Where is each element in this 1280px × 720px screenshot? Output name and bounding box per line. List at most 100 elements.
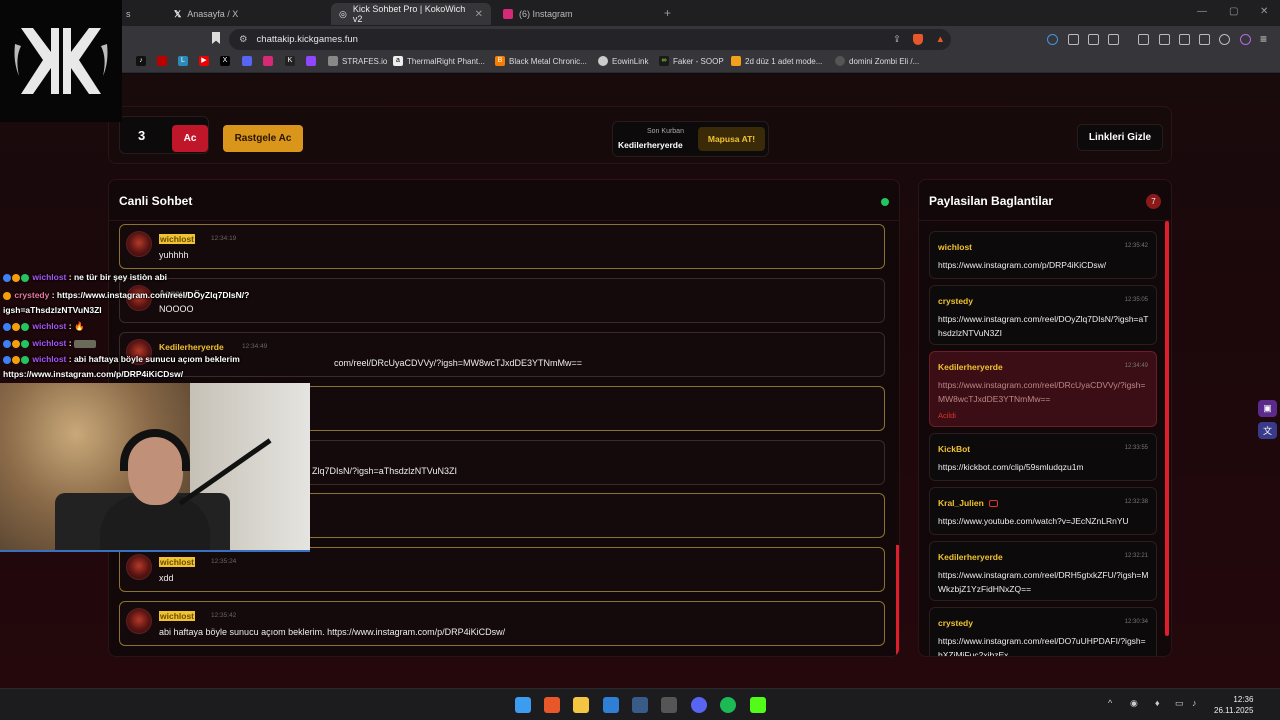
link-card[interactable]: Kral_Julien 12:32:38 https://www.youtube…: [929, 487, 1157, 535]
spotify-icon[interactable]: [720, 697, 736, 713]
message-user[interactable]: wichlost: [159, 611, 196, 621]
file-explorer-icon[interactable]: [573, 697, 589, 713]
jail-button[interactable]: Mapusa AT!: [698, 127, 765, 151]
microphone-icon[interactable]: ♦: [1155, 698, 1160, 708]
link-url[interactable]: https://www.instagram.com/reel/DOyZlq7DI…: [938, 312, 1150, 340]
overlay-line: wichlost : ne tür bir şey istiòn abi: [3, 272, 167, 282]
extensions-icon[interactable]: [1088, 34, 1099, 45]
link-url[interactable]: https://www.youtube.com/watch?v=JEcNZnLR…: [938, 514, 1150, 528]
links-scrollbar[interactable]: [1165, 221, 1169, 636]
bookmark-kr[interactable]: K: [285, 56, 295, 66]
discord-icon[interactable]: [691, 697, 707, 713]
bookmark-twitch[interactable]: [306, 56, 316, 66]
bookmark-faker[interactable]: ∞ Faker - SOOP: [659, 56, 724, 66]
overlay-line: wichlost :: [3, 338, 96, 348]
message-text: xdd: [159, 573, 174, 583]
badge-icon: [3, 291, 11, 300]
tool-icon[interactable]: [661, 697, 677, 713]
puzzle-icon[interactable]: [1108, 34, 1119, 45]
kick-icon[interactable]: [750, 697, 766, 713]
bookmark-blackmetal[interactable]: B Black Metal Chronic...: [495, 56, 587, 66]
volume-icon[interactable]: ♪: [1192, 698, 1197, 708]
network-icon[interactable]: ▭: [1175, 698, 1184, 709]
last-victim-box: Son Kurban Kedilerheryerde Mapusa AT!: [612, 121, 769, 157]
leo-ai-icon[interactable]: [1047, 34, 1058, 45]
youtube-icon: ▶: [199, 56, 209, 66]
music-icon[interactable]: [1138, 34, 1149, 45]
sidebar-icon[interactable]: [1159, 34, 1170, 45]
brave-shield-icon[interactable]: [913, 34, 923, 45]
bookmark-icon[interactable]: [212, 32, 220, 44]
webcam-overlay: [0, 383, 310, 552]
bookmark-star-icon[interactable]: [1199, 34, 1210, 45]
brave-rewards-icon[interactable]: ▲: [936, 34, 945, 45]
brave-icon[interactable]: [544, 697, 560, 713]
youtube-icon: [988, 500, 998, 508]
bookmark-domini[interactable]: domini Zombi Eli /...: [835, 56, 919, 66]
share-icon[interactable]: ⇪: [893, 34, 901, 45]
message-text: com/reel/DRcUyaCDVVy/?igsh=MW8wcTJxdDE3Y…: [334, 358, 582, 368]
chat-message[interactable]: wichlost 12:35:24 xdd: [119, 547, 885, 592]
taskbar-clock[interactable]: 12:36 26.11.2025: [1214, 694, 1253, 716]
link-user: crystedy: [938, 296, 973, 306]
minimize-button[interactable]: —: [1197, 6, 1207, 17]
link-card[interactable]: Kedilerheryerde 12:32:21 https://www.ins…: [929, 541, 1157, 601]
bookmark-2d[interactable]: 2d düz 1 adet mode...: [731, 56, 822, 66]
link-card[interactable]: KickBot 12:33:55 https://kickbot.com/cli…: [929, 433, 1157, 481]
open-button[interactable]: Ac: [172, 125, 208, 152]
message-text: abi haftaya böyle sunucu açıom beklerim.…: [159, 627, 506, 637]
profile-icon[interactable]: [1240, 34, 1251, 45]
link-url[interactable]: https://www.instagram.com/reel/DO7uUHPDA…: [938, 634, 1150, 656]
chat-message[interactable]: wichlost 12:34:19 yuhhhh: [119, 224, 885, 269]
tab-instagram[interactable]: (6) Instagram: [495, 3, 655, 25]
tab-x-home[interactable]: 𝕏 Anasayfa / X: [166, 3, 326, 25]
menu-icon[interactable]: ≡: [1260, 32, 1267, 46]
badge-icon: [12, 322, 20, 331]
bookmark-x[interactable]: X: [220, 56, 230, 66]
address-bar[interactable]: ⚙ chattakip.kickgames.fun ⇪ ▲: [229, 29, 951, 50]
hide-links-button[interactable]: Linkleri Gizle: [1077, 124, 1163, 151]
link-card[interactable]: crystedy 12:35:05 https://www.instagram.…: [929, 285, 1157, 345]
steam-icon[interactable]: [632, 697, 648, 713]
chat-message[interactable]: wichlost 12:35:42 abi haftaya böyle sunu…: [119, 601, 885, 646]
tray-app-icon[interactable]: ◉: [1130, 698, 1138, 709]
link-url[interactable]: https://kickbot.com/clip/59smludqzu1m: [938, 460, 1150, 474]
opened-label: Acildi: [938, 411, 956, 420]
new-tab-button[interactable]: +: [664, 6, 671, 20]
wallet2-icon[interactable]: [1179, 34, 1190, 45]
link-card-opened[interactable]: Kedilerheryerde 12:34:49 https://www.ins…: [929, 351, 1157, 427]
wallet-icon[interactable]: [1068, 34, 1079, 45]
link-card[interactable]: wichlost 12:35:42 https://www.instagram.…: [929, 231, 1157, 279]
bookmark-red[interactable]: [157, 56, 167, 66]
bookmark-thermalright[interactable]: a ThermalRight Phant...: [393, 56, 485, 66]
link-url[interactable]: https://www.instagram.com/reel/DRcUyaCDV…: [938, 378, 1150, 406]
extension-side-icon[interactable]: ▣: [1258, 400, 1277, 417]
link-url[interactable]: https://www.instagram.com/reel/DRH5gtxkZ…: [938, 568, 1150, 596]
bookmark-youtube[interactable]: ▶: [199, 56, 209, 66]
message-user[interactable]: wichlost: [159, 557, 196, 567]
bookmark-eowinlink[interactable]: EowinLink: [598, 56, 648, 66]
message-user[interactable]: wichlost: [159, 234, 196, 244]
badge-icon: [12, 355, 20, 364]
chat-scrollbar[interactable]: [896, 545, 899, 656]
window-close-button[interactable]: ✕: [1260, 6, 1268, 17]
tray-chevron-icon[interactable]: ^: [1108, 698, 1112, 708]
windows-start-icon[interactable]: [515, 697, 531, 713]
random-open-button[interactable]: Rastgele Ac: [223, 125, 303, 152]
vpn-shield-icon[interactable]: [1219, 34, 1230, 45]
message-text: yuhhhh: [159, 250, 189, 260]
close-tab-icon[interactable]: ✕: [475, 9, 483, 20]
link-card[interactable]: crystedy 12:30:34 https://www.instagram.…: [929, 607, 1157, 656]
bookmark-instagram[interactable]: [263, 56, 273, 66]
bookmark-strafes[interactable]: STRAFES.io: [328, 56, 387, 66]
maximize-button[interactable]: ▢: [1229, 6, 1238, 17]
tab-kick-sohbet[interactable]: ◎ Kick Sohbet Pro | KokoWich v2 ✕: [331, 3, 491, 25]
link-url[interactable]: https://www.instagram.com/p/DRP4iKiCDsw/: [938, 258, 1150, 272]
tab-partial[interactable]: s: [118, 3, 158, 25]
bookmark-tiktok[interactable]: ♪: [136, 56, 146, 66]
bookmark-discord[interactable]: [242, 56, 252, 66]
translate-side-icon[interactable]: 文: [1258, 422, 1277, 439]
site-settings-icon[interactable]: ⚙: [239, 34, 248, 45]
store-icon[interactable]: [603, 697, 619, 713]
bookmark-l[interactable]: L: [178, 56, 188, 66]
